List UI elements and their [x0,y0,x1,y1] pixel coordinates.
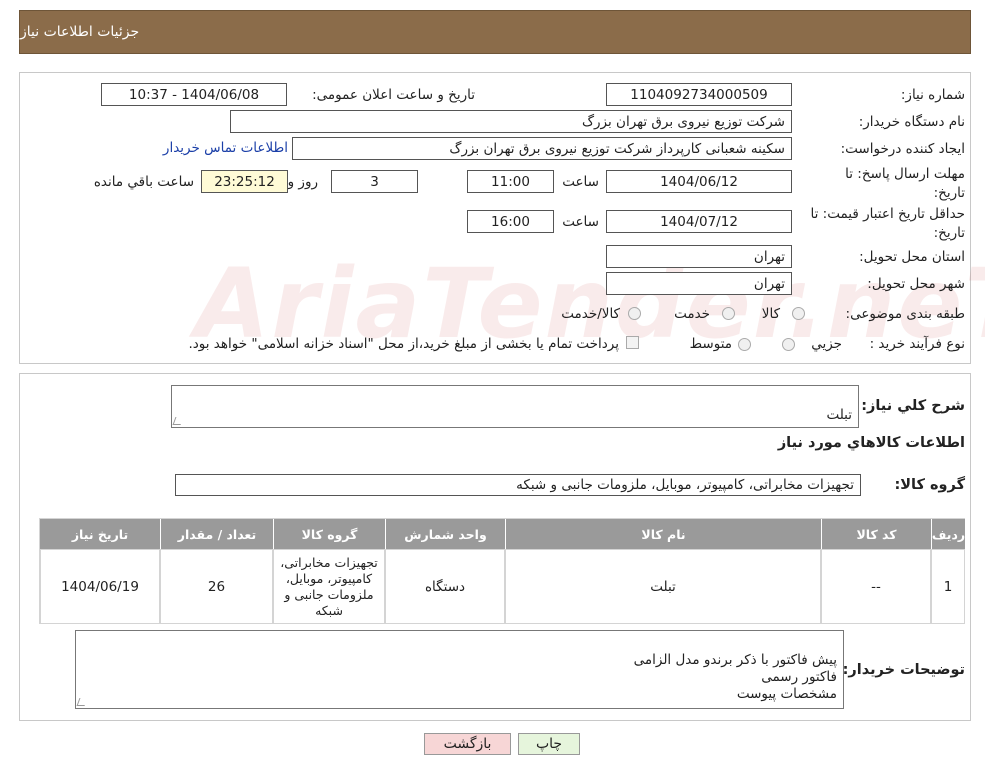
table-header-group: گروه کالا [273,519,385,549]
category-option-goods-service: کالا/خدمت [561,306,620,322]
validity-label: حداقل تاریخ اعتبار قیمت: تا [810,206,965,222]
table-header-date: تاريخ نياز [40,519,160,549]
need-number-field: 1104092734000509 [606,83,792,106]
requester-label: ایجاد کننده درخواست: [840,141,965,157]
buyer-org-field: شرکت توزیع نیروی برق تهران بزرگ [230,110,792,133]
province-label: استان محل تحویل: [859,249,965,265]
print-button[interactable]: چاپ [518,733,580,755]
process-label: نوع فرآیند خرید : [869,336,965,352]
process-option-minor: جزیي [811,336,842,352]
process-option-medium: متوسط [689,336,732,352]
buyer-notes-text: پیش فاکتور با ذکر برندو مدل الزامی فاکتو… [633,652,837,702]
process-note: پرداخت تمام یا بخشی از مبلغ خرید،از محل … [188,336,619,352]
announce-field: 1404/06/08 - 10:37 [101,83,287,106]
buyer-org-label: نام دستگاه خریدار: [858,114,965,130]
page-title: جزئیات اطلاعات نیاز [20,24,140,40]
deadline-label-2: تاریخ: [933,185,965,201]
process-radio-medium[interactable] [738,338,751,351]
back-button[interactable]: بازگشت [424,733,511,755]
table-cell-group: تجهیزات مخابراتی، کامپیوتر، موبایل، ملزو… [273,549,385,624]
table-cell-row-num: 1 [931,549,965,624]
category-label: طبقه بندی موضوعی: [845,306,965,322]
table-cell-name: تبلت [505,549,821,624]
need-number-label: شماره نیاز: [900,87,965,103]
table-cell-date: 1404/06/19 [40,549,160,624]
validity-date-field: 1404/07/12 [606,210,792,233]
validity-time-field: 16:00 [467,210,554,233]
treasury-checkbox[interactable] [626,336,639,349]
city-field: تهران [606,272,792,295]
need-description-label: شرح کلي نياز: [861,398,965,414]
province-field: تهران [606,245,792,268]
goods-group-field: تجهیزات مخابراتی، کامپیوتر، موبایل، ملزو… [175,474,861,496]
table-cell-unit: دستگاه [385,549,505,624]
buyer-notes-label: توضیحات خریدار: [842,662,965,678]
days-label: روز و [287,174,318,190]
validity-label-2: تاریخ: [933,225,965,241]
validity-time-label: ساعت [562,214,599,230]
category-radio-goods[interactable] [792,307,805,320]
category-radio-goods-service[interactable] [628,307,641,320]
goods-group-label: گروه کالا: [894,477,965,493]
requester-field: سکینه شعبانی کارپرداز شرکت توزیع نیروی ب… [292,137,792,160]
remaining-label: ساعت باقي مانده [93,174,194,190]
table-header-name: نام کالا [505,519,821,549]
table-header-unit: واحد شمارش [385,519,505,549]
remaining-time-field: 23:25:12 [201,170,288,193]
city-label: شهر محل تحویل: [867,276,965,292]
page-header: جزئیات اطلاعات نیاز [19,10,971,54]
table-header-code: کد کالا [821,519,931,549]
deadline-date-field: 1404/06/12 [606,170,792,193]
category-option-goods: کالا [761,306,780,322]
table-header-row-num: رديف [931,519,965,549]
need-description-text: تبلت [826,407,852,423]
table-cell-quantity: 26 [160,549,273,624]
goods-info-title: اطلاعات کالاهاي مورد نياز [777,435,965,451]
announce-label: تاریخ و ساعت اعلان عمومی: [312,87,475,103]
deadline-label: مهلت ارسال پاسخ: تا [845,166,965,182]
need-description-field: تبلت [171,385,859,428]
resize-grip-icon[interactable] [172,417,184,425]
buyer-notes-field: پیش فاکتور با ذکر برندو مدل الزامی فاکتو… [75,630,844,709]
goods-table: رديف کد کالا نام کالا واحد شمارش گروه کا… [39,518,965,624]
table-cell-code: -- [821,549,931,624]
category-radio-service[interactable] [722,307,735,320]
deadline-time-label: ساعت [562,174,599,190]
resize-grip-icon[interactable] [76,698,88,706]
category-option-service: خدمت [674,306,710,322]
table-header-quantity: تعداد / مقدار [160,519,273,549]
buyer-contact-link[interactable]: اطلاعات تماس خریدار [163,140,288,156]
process-radio-minor[interactable] [782,338,795,351]
days-remaining-field: 3 [331,170,418,193]
deadline-time-field: 11:00 [467,170,554,193]
